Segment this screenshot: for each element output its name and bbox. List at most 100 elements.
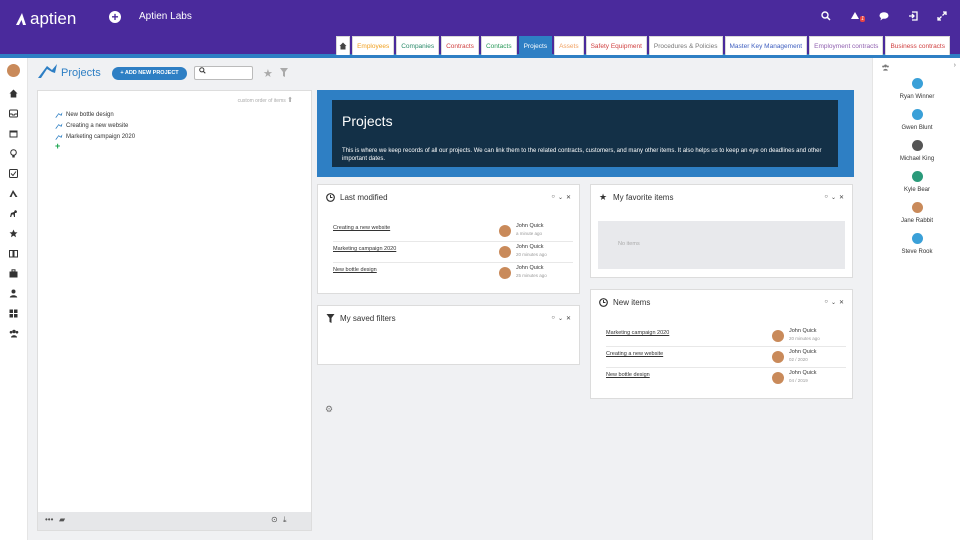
user-entry[interactable]: Gwen Blunt	[873, 109, 960, 131]
projects-icon[interactable]	[9, 189, 18, 198]
item-link[interactable]: New bottle design	[333, 267, 377, 273]
inbox-icon[interactable]	[9, 109, 18, 118]
tree-item[interactable]: Marketing campaign 2020	[55, 131, 135, 142]
avatar	[499, 246, 511, 258]
user-entry[interactable]: Jane Rabbit	[873, 202, 960, 224]
tab-employment-contracts[interactable]: Employment contracts	[809, 36, 884, 55]
checklist-icon[interactable]	[9, 169, 18, 178]
widget-last-modified: Last modified ○ ⌄ ✕ Creating a new websi…	[317, 184, 580, 294]
widget-title: My saved filters	[340, 314, 396, 323]
alerts-icon[interactable]: 1	[849, 11, 865, 23]
item-link[interactable]: New bottle design	[606, 372, 650, 378]
avatar	[911, 202, 923, 213]
avatar	[911, 171, 923, 182]
tab-home[interactable]	[336, 36, 351, 55]
briefcase-icon[interactable]	[9, 269, 18, 278]
search-input[interactable]	[194, 66, 253, 80]
users-icon[interactable]	[881, 64, 890, 73]
chevron-down-icon[interactable]: ⌄	[831, 194, 836, 201]
chat-icon[interactable]	[878, 11, 890, 23]
tree-item[interactable]: New bottle design	[55, 109, 135, 120]
download-icon[interactable]: ⤓	[283, 515, 287, 525]
tab-companies[interactable]: Companies	[396, 36, 440, 55]
tab-contracts[interactable]: Contracts	[441, 36, 479, 55]
refresh-icon[interactable]: ○	[551, 315, 555, 322]
refresh-icon[interactable]: ○	[551, 194, 555, 201]
gear-icon[interactable]: ⚙	[325, 404, 333, 415]
banner-title: Projects	[342, 113, 393, 129]
close-icon[interactable]: ✕	[839, 299, 844, 306]
tab-assets[interactable]: Assets	[554, 36, 584, 55]
tab-business-contracts[interactable]: Business contracts	[885, 36, 950, 55]
filter-icon	[326, 314, 335, 323]
list-item: New bottle design John Quick 04 / 2019	[606, 368, 846, 389]
tab-master-key-management[interactable]: Master Key Management	[724, 36, 808, 55]
tree-item[interactable]: Creating a new website	[55, 120, 135, 131]
user-avatar[interactable]	[7, 64, 20, 77]
close-icon[interactable]: ✕	[839, 194, 844, 201]
chevron-right-icon[interactable]: ›	[954, 62, 956, 69]
fullscreen-icon[interactable]	[936, 11, 948, 23]
widget-title: Last modified	[340, 193, 388, 202]
filter-icon[interactable]	[280, 68, 288, 77]
user-entry[interactable]: Ryan Winner	[873, 78, 960, 100]
refresh-icon[interactable]: ○	[824, 299, 828, 306]
item-link[interactable]: Marketing campaign 2020	[333, 246, 396, 252]
star-icon: ★	[599, 192, 608, 202]
add-item-plus-icon[interactable]: +	[55, 141, 60, 151]
chevron-down-icon[interactable]: ⌄	[558, 194, 563, 201]
star-icon[interactable]	[9, 229, 18, 238]
item-link[interactable]: Marketing campaign 2020	[606, 330, 669, 336]
empty-state: No items	[598, 221, 845, 269]
tab-procedures-policies[interactable]: Procedures & Policies	[648, 36, 723, 55]
left-nav	[0, 58, 28, 540]
item-time: 25 minutes ago	[516, 273, 547, 278]
org-name[interactable]: Aptien Labs	[139, 11, 192, 22]
item-time: a minute ago	[516, 231, 543, 236]
close-icon[interactable]: ✕	[566, 194, 571, 201]
chevron-down-icon[interactable]: ⌄	[558, 315, 563, 322]
search-icon[interactable]	[820, 11, 832, 23]
lightbulb-icon[interactable]	[9, 149, 18, 158]
user-entry[interactable]: Kyle Bear	[873, 171, 960, 193]
more-icon[interactable]: •••	[45, 515, 53, 524]
calendar-icon[interactable]	[9, 129, 18, 138]
app-logo[interactable]: aptien	[14, 9, 76, 29]
add-icon[interactable]: +	[109, 11, 121, 23]
widget-header: My saved filters	[326, 314, 396, 323]
dashboard-icon[interactable]	[9, 309, 18, 318]
avatar	[499, 225, 511, 237]
history-icon[interactable]: ⊙	[271, 515, 278, 524]
refresh-icon[interactable]: ○	[824, 194, 828, 201]
tab-contacts[interactable]: Contacts	[480, 36, 517, 55]
team-icon[interactable]	[9, 329, 19, 338]
list-item: Marketing campaign 2020 John Quick 20 mi…	[333, 242, 573, 263]
add-new-project-button[interactable]: + ADD NEW PROJECT	[112, 67, 187, 80]
banner-description: This is where we keep records of all our…	[342, 148, 822, 162]
avatar	[911, 233, 923, 244]
horse-icon[interactable]	[9, 209, 18, 218]
item-user: John Quick	[516, 244, 544, 250]
person-icon[interactable]	[9, 289, 18, 298]
home-icon[interactable]	[9, 89, 18, 98]
avatar	[499, 267, 511, 279]
custom-order-label[interactable]: custom order of items ⬆	[238, 96, 293, 104]
tab-projects[interactable]: Projects	[518, 36, 553, 55]
book-icon[interactable]	[9, 249, 18, 258]
user-entry[interactable]: Michael King	[873, 140, 960, 162]
projects-tree-panel: custom order of items ⬆ New bottle desig…	[37, 90, 312, 531]
widget-new-items: New items ○ ⌄ ✕ Marketing campaign 2020 …	[590, 289, 853, 399]
arrow-up-icon[interactable]: ⬆	[287, 97, 293, 104]
logout-icon[interactable]	[907, 11, 919, 23]
archive-icon[interactable]: ▰	[59, 515, 65, 524]
user-entry[interactable]: Steve Rook	[873, 233, 960, 255]
widget-controls: ○ ⌄ ✕	[824, 194, 844, 201]
favorite-star-icon[interactable]: ★	[263, 67, 273, 80]
item-link[interactable]: Creating a new website	[333, 225, 390, 231]
close-icon[interactable]: ✕	[566, 315, 571, 322]
chevron-down-icon[interactable]: ⌄	[831, 299, 836, 306]
item-link[interactable]: Creating a new website	[606, 351, 663, 357]
project-icon	[55, 122, 63, 129]
tab-employees[interactable]: Employees	[352, 36, 395, 55]
tab-safety-equipment[interactable]: Safety Equipment	[585, 36, 647, 55]
